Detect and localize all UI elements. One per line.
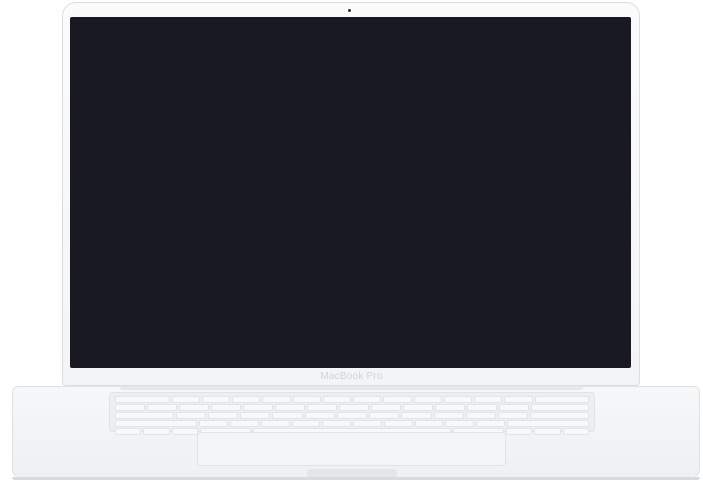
- laptop-hinge: [120, 386, 583, 390]
- keyboard-row: [115, 420, 589, 427]
- model-label: MacBook Pro: [320, 371, 383, 382]
- keyboard-row: [115, 404, 589, 411]
- laptop-mockup: MacBook Pro: [0, 0, 703, 483]
- camera-icon: [348, 9, 351, 12]
- trackpad: [197, 432, 506, 466]
- keyboard-row: [115, 396, 589, 403]
- lid-notch: [307, 469, 397, 477]
- laptop-screen: [70, 17, 631, 368]
- laptop-foot: [12, 477, 700, 480]
- keyboard: [109, 392, 595, 435]
- keyboard-row: [115, 412, 589, 419]
